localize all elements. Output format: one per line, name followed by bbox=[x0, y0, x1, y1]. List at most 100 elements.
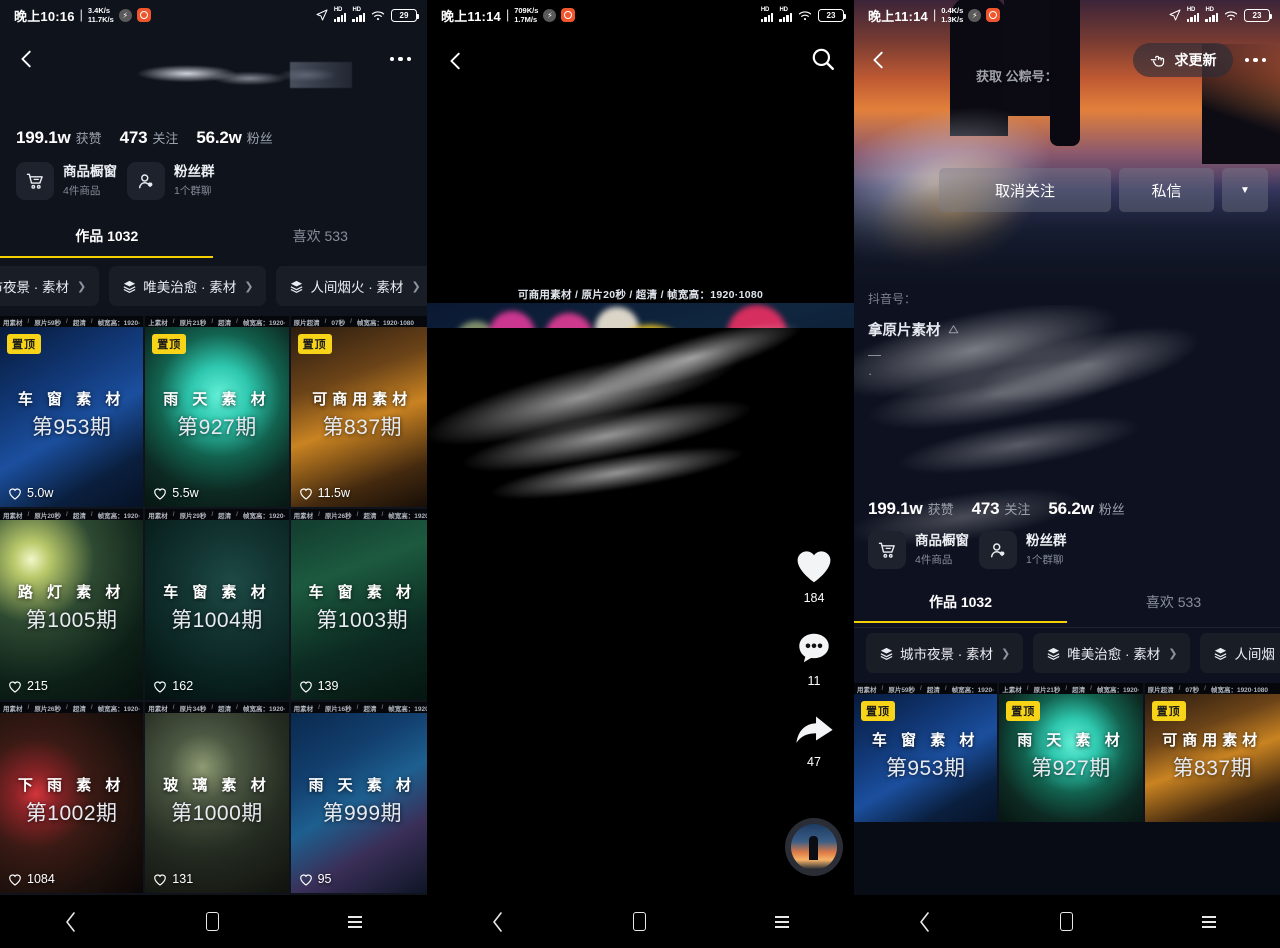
request-update-button[interactable]: 求更新 bbox=[1132, 43, 1233, 77]
layers-icon bbox=[291, 280, 303, 293]
back-icon[interactable] bbox=[16, 48, 38, 70]
heart-icon bbox=[9, 680, 21, 693]
video-thumbnail[interactable]: 下 雨 素 材 第1002期 1084 bbox=[0, 713, 144, 893]
tab-works[interactable]: 作品 1032 bbox=[854, 583, 1067, 623]
tab-likes[interactable]: 喜欢 533 bbox=[1067, 583, 1280, 623]
video-cell[interactable]: 用素材 / 原片34秒 / 超清 / 帧宽高：1920· 玻 璃 素 材 第1000期 13… bbox=[145, 702, 289, 893]
back-icon[interactable] bbox=[65, 911, 77, 932]
video-thumbnail[interactable]: 置顶 雨 天 素 材 第927期 bbox=[999, 694, 1143, 822]
speed-down: 1.7M/s bbox=[514, 15, 538, 24]
comment-count: 11 bbox=[807, 674, 821, 688]
profile-cards-p1: 商品橱窗 4件商品 粉丝群 1个群聊 bbox=[0, 162, 427, 216]
wifi-icon bbox=[1224, 10, 1238, 20]
video-cell[interactable]: 用素材 / 原片26秒 / 超清 / 帧宽高：1920· 车 窗 素 材 第1003期 13… bbox=[290, 509, 427, 700]
video-issue: 第1004期 bbox=[171, 608, 263, 632]
video-cell[interactable]: 用素材 / 原片59秒 / 超清 / 帧宽高：1920· 置顶 车 窗 素 材 第953期 bbox=[854, 683, 998, 822]
stat-likes[interactable]: 199.1w 获赞 bbox=[868, 499, 954, 519]
video-cell[interactable]: 用素材 / 原片20秒 / 超清 / 帧宽高：1920· 路 灯 素 材 第1005期 21… bbox=[0, 509, 144, 700]
pinned-badge: 置顶 bbox=[861, 701, 895, 721]
back-icon[interactable] bbox=[919, 911, 931, 932]
recents-icon[interactable] bbox=[348, 915, 363, 928]
more-options-icon[interactable] bbox=[389, 56, 411, 62]
video-cell[interactable]: 用素材 / 原片16秒 / 超清 / 帧宽高：1920· 雨 天 素 材 第999期 95 bbox=[290, 702, 427, 893]
video-issue: 第1000期 bbox=[171, 801, 263, 825]
profile-cards-p3: 商品橱窗 4件商品 粉丝群 1个群聊 bbox=[854, 531, 1280, 583]
video-meta-strip: 用素材 / 原片26秒 / 超清 / 帧宽高：1920· bbox=[0, 702, 144, 713]
video-like-count: 11.5w bbox=[299, 486, 350, 500]
back-icon[interactable] bbox=[492, 911, 504, 932]
video-issue: 第953期 bbox=[885, 756, 966, 780]
stat-followers[interactable]: 56.2w 粉丝 bbox=[196, 128, 272, 148]
stat-likes-value: 199.1w bbox=[16, 128, 71, 147]
fans-group-card[interactable]: 粉丝群 1个群聊 bbox=[127, 162, 215, 200]
chip-collection-1[interactable]: 唯美治愈 · 素材 ❯ bbox=[109, 266, 267, 306]
shop-window-card[interactable]: 商品橱窗 4件商品 bbox=[16, 162, 117, 200]
more-options-icon[interactable] bbox=[1244, 57, 1266, 63]
shop-window-card[interactable]: 商品橱窗 4件商品 bbox=[868, 531, 969, 569]
wifi-icon bbox=[371, 10, 385, 20]
video-cell[interactable]: 原片超清/07秒 / 帧宽高：1920·1080 置顶 可商用素材 第837期 bbox=[1144, 683, 1280, 822]
back-icon[interactable] bbox=[868, 49, 890, 71]
video-like-count: 5.0w bbox=[8, 486, 53, 500]
stat-likes[interactable]: 199.1w 获赞 bbox=[16, 128, 102, 148]
video-cell[interactable]: 用素材 / 原片29秒 / 超清 / 帧宽高：1920· 车 窗 素 材 第1004期 16… bbox=[145, 509, 289, 700]
cart-icon bbox=[868, 531, 906, 569]
video-meta-strip: 用素材 / 原片26秒 / 超清 / 帧宽高：1920· bbox=[290, 509, 427, 520]
video-thumbnail[interactable]: 置顶 可商用素材 第837期 11.5w bbox=[290, 327, 427, 507]
video-meta-strip: 用素材 / 原片34秒 / 超清 / 帧宽高：1920· bbox=[145, 702, 289, 713]
like-action[interactable]: 184 bbox=[785, 546, 843, 605]
video-cell[interactable]: 上素材 / 原片21秒 / 超清 / 帧宽高：1920· 置顶 雨 天 素 材 第927期 bbox=[999, 683, 1143, 822]
home-icon[interactable] bbox=[1059, 912, 1073, 931]
home-icon[interactable] bbox=[205, 912, 219, 931]
video-thumbnail[interactable]: 车 窗 素 材 第1003期 139 bbox=[290, 520, 427, 700]
video-thumbnail[interactable]: 雨 天 素 材 第999期 95 bbox=[290, 713, 427, 893]
shop-window-text: 商品橱窗 4件商品 bbox=[63, 163, 117, 199]
chip-collection-2[interactable]: 人间烟火 · 素材 ❯ bbox=[276, 266, 427, 306]
stat-followers[interactable]: 56.2w 粉丝 bbox=[1048, 499, 1124, 519]
video-thumbnail[interactable]: 置顶 车 窗 素 材 第953期 bbox=[854, 694, 998, 822]
more-actions-caret[interactable]: ▼ bbox=[1222, 168, 1268, 212]
search-icon[interactable] bbox=[810, 46, 836, 77]
status-bar-p1: 晚上10:16 | 3.4K/s 11.7K/s ⚡ HD HD 29 bbox=[0, 0, 427, 30]
shop-window-sub: 4件商品 bbox=[63, 185, 101, 197]
tab-works[interactable]: 作品 1032 bbox=[0, 216, 214, 258]
video-cell[interactable]: 上素材 / 原片21秒 / 超清 / 帧宽高：1920· 置顶 雨 天 素 材 第927期 … bbox=[145, 316, 289, 507]
video-thumbnail[interactable]: 车 窗 素 材 第1004期 162 bbox=[145, 520, 289, 700]
stat-following[interactable]: 473 关注 bbox=[120, 128, 179, 148]
message-button[interactable]: 私信 bbox=[1119, 168, 1214, 212]
heart-icon bbox=[299, 680, 312, 693]
recents-icon[interactable] bbox=[1201, 915, 1216, 928]
heart-icon bbox=[154, 680, 167, 693]
video-cell[interactable]: 原片超清/07秒 / 帧宽高：1920·1080 置顶 可商用素材 第837期 11… bbox=[290, 316, 427, 507]
video-title: 玻 璃 素 材 bbox=[163, 776, 271, 794]
home-icon[interactable] bbox=[632, 912, 646, 931]
fans-group-card[interactable]: 粉丝群 1个群聊 bbox=[979, 531, 1067, 569]
profile-body-p3: 拿原片素材 — · 199.1w 获赞 473 关注 56.2w 粉丝 商品橱窗… bbox=[854, 305, 1280, 822]
stat-following-label: 关注 bbox=[1004, 502, 1031, 517]
status-divider: | bbox=[932, 8, 937, 22]
status-left-p2: 晚上11:14 | 709K/s 1.7M/s ⚡ bbox=[441, 6, 576, 25]
chip-collection-0[interactable]: 城市夜景 · 素材 ❯ bbox=[0, 266, 100, 306]
video-thumbnail[interactable]: 置顶 车 窗 素 材 第953期 5.0w bbox=[0, 327, 144, 507]
video-cell[interactable]: 用素材 / 原片59秒 / 超清 / 帧宽高：1920· 置顶 车 窗 素 材 第953期 … bbox=[0, 316, 144, 507]
comment-action[interactable]: 11 bbox=[785, 629, 843, 688]
video-cell[interactable]: 用素材 / 原片26秒 / 超清 / 帧宽高：1920· 下 雨 素 材 第1002期 10… bbox=[0, 702, 144, 893]
share-action[interactable]: 47 bbox=[785, 712, 843, 769]
recents-icon[interactable] bbox=[775, 915, 790, 928]
tab-likes[interactable]: 喜欢 533 bbox=[214, 216, 428, 258]
video-thumbnail[interactable]: 置顶 雨 天 素 材 第927期 5.5w bbox=[145, 327, 289, 507]
video-issue: 第837期 bbox=[1172, 756, 1253, 780]
heart-icon bbox=[154, 487, 167, 500]
video-thumbnail[interactable]: 路 灯 素 材 第1005期 215 bbox=[0, 520, 144, 700]
unfollow-button[interactable]: 取消关注 bbox=[939, 168, 1111, 212]
video-thumbnail[interactable]: 玻 璃 素 材 第1000期 131 bbox=[145, 713, 289, 893]
avatar[interactable] bbox=[785, 818, 843, 876]
stat-followers-label: 粉丝 bbox=[1098, 502, 1125, 517]
video-thumbnail[interactable]: 置顶 可商用素材 第837期 bbox=[1144, 694, 1280, 822]
back-icon[interactable] bbox=[445, 50, 467, 72]
stat-following[interactable]: 473 关注 bbox=[972, 499, 1031, 519]
status-right-p2: HD HD 23 bbox=[760, 7, 847, 22]
shop-window-text: 商品橱窗 4件商品 bbox=[915, 532, 969, 568]
app-notification-icon bbox=[561, 8, 576, 22]
tab-underline bbox=[0, 255, 213, 258]
